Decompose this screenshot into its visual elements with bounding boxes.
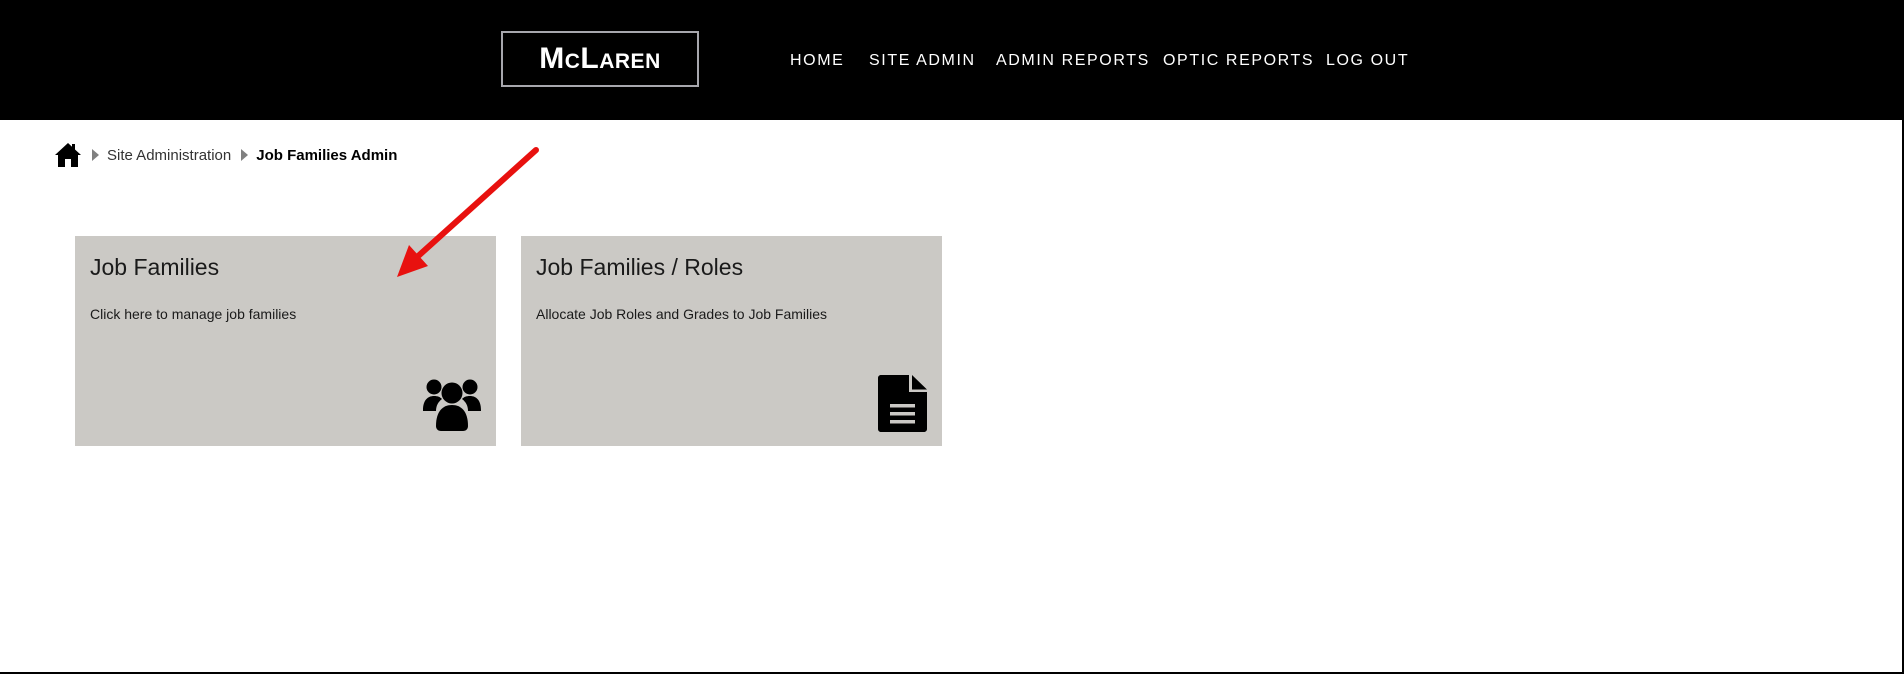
breadcrumb-separator-icon xyxy=(241,149,249,161)
tile-description: Allocate Job Roles and Grades to Job Fam… xyxy=(536,306,828,322)
top-header: McLaren HOME SITE ADMIN ADMIN REPORTS OP… xyxy=(0,0,1904,120)
logo-text: McLaren xyxy=(539,42,661,75)
tile-job-families[interactable]: Job Families Click here to manage job fa… xyxy=(75,236,496,446)
breadcrumb-separator-icon xyxy=(92,149,99,161)
breadcrumb-site-administration[interactable]: Site Administration xyxy=(107,147,231,164)
breadcrumb-current: Job Families Admin xyxy=(256,146,398,164)
tile-job-families-roles[interactable]: Job Families / Roles Allocate Job Roles … xyxy=(521,236,942,446)
document-icon xyxy=(878,375,927,432)
home-icon[interactable] xyxy=(54,142,82,168)
tile-description: Click here to manage job families xyxy=(90,306,297,322)
page: McLaren HOME SITE ADMIN ADMIN REPORTS OP… xyxy=(0,0,1904,674)
tile-title: Job Families / Roles xyxy=(536,254,744,280)
nav-admin-reports[interactable]: ADMIN REPORTS xyxy=(996,52,1150,70)
breadcrumb: Site Administration Job Families Admin xyxy=(54,138,397,172)
users-icon xyxy=(423,379,481,431)
nav-optic-reports[interactable]: OPTIC REPORTS xyxy=(1163,52,1314,70)
nav-home[interactable]: HOME xyxy=(790,52,844,70)
nav-site-admin[interactable]: SITE ADMIN xyxy=(869,52,976,70)
tile-title: Job Families xyxy=(90,254,220,280)
nav-log-out[interactable]: LOG OUT xyxy=(1326,52,1409,70)
brand-logo[interactable]: McLaren xyxy=(501,31,699,87)
